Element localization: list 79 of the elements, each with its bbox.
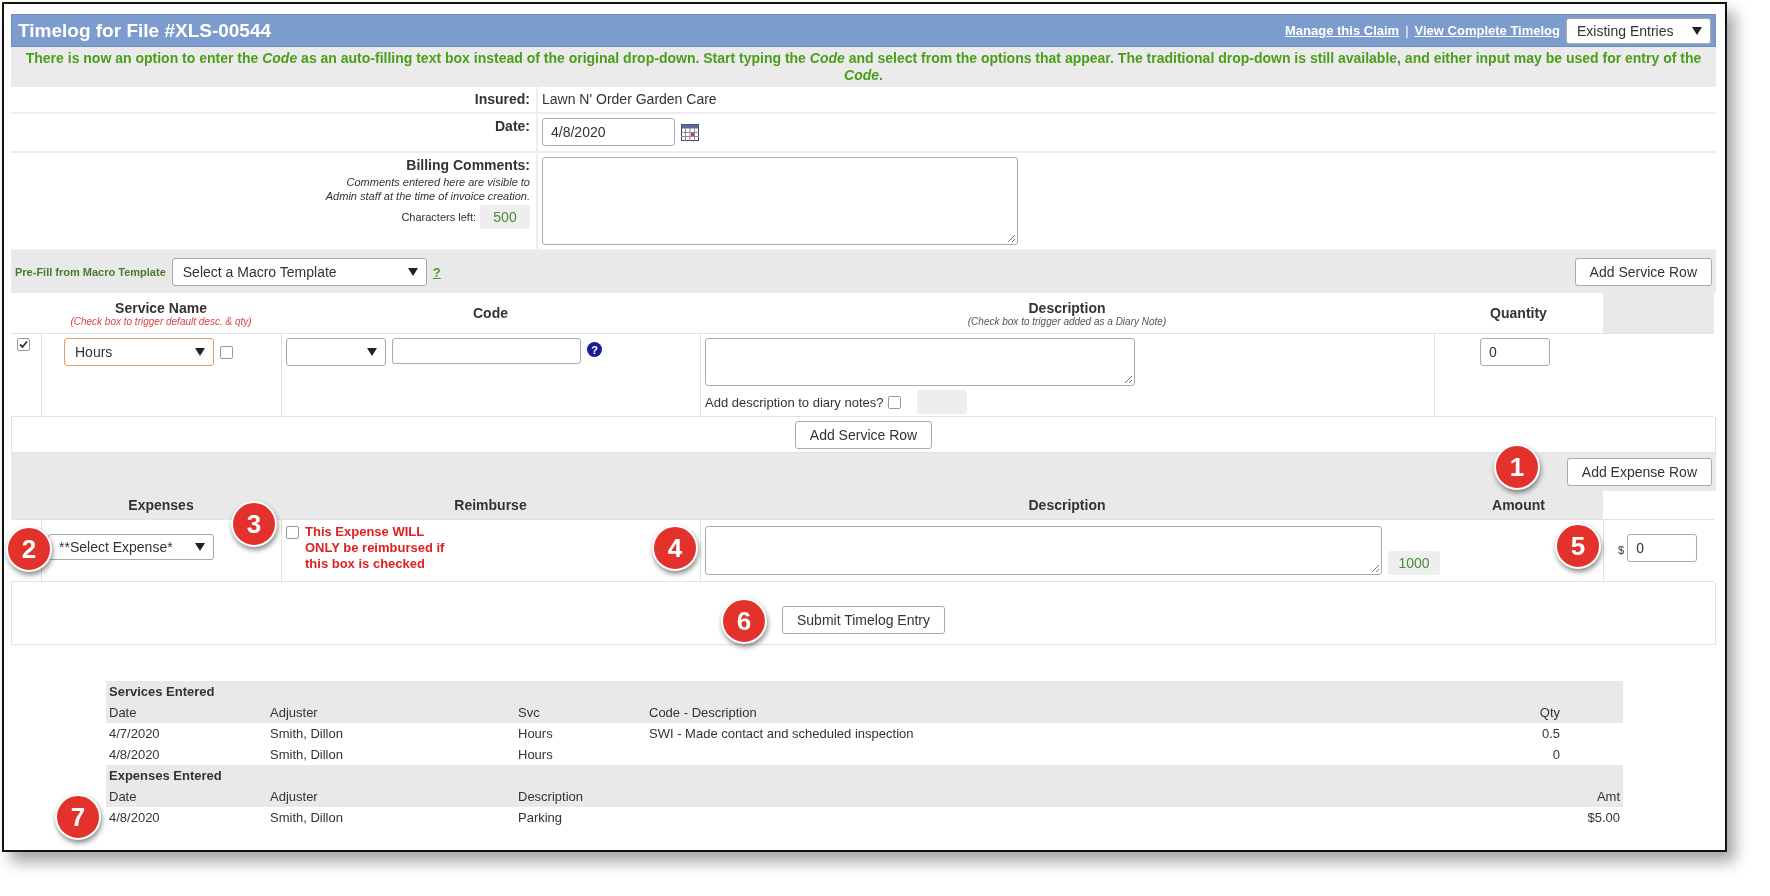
column-header: Reimburse [454, 497, 527, 513]
table-header: Svc [518, 705, 541, 720]
table-cell-text: 4/8/2020 [109, 810, 161, 825]
code-select[interactable] [286, 338, 386, 366]
table-header: Date [109, 705, 138, 720]
add-service-row-button[interactable]: Add Service Row [1574, 258, 1712, 286]
diary-notes-label: Add description to diary notes? [705, 394, 884, 410]
table-header: Date [109, 789, 138, 804]
table-cell-text: $5.00 [1586, 810, 1620, 825]
billing-hint: Comments entered here are visible to Admin staff at the time of invoice creation. [325, 175, 530, 203]
macro-label: Pre-Fill from Macro Template [15, 266, 166, 278]
currency-symbol: $ [1618, 544, 1625, 556]
section-title: Services Entered [109, 684, 216, 699]
table-header: Code - Description [649, 705, 758, 720]
table-header: Adjuster [270, 705, 319, 720]
date-label: Date: [495, 118, 530, 134]
table-cell-text: Parking [518, 810, 564, 825]
column-header: Description [1028, 497, 1106, 513]
insured-label: Insured: [474, 91, 530, 107]
column-header: Code [473, 305, 508, 321]
table-cell-text: 0 [1551, 747, 1560, 762]
expense-select[interactable]: **Select Expense* [48, 534, 214, 560]
table-header: Description [518, 789, 585, 804]
column-header: Quantity [1490, 305, 1547, 321]
calendar-icon[interactable] [681, 124, 699, 141]
table-cell-text: Hours [518, 747, 554, 762]
window-title: Timelog for File #XLS-00544 [18, 19, 273, 42]
table-cell-text: SWI - Made contact and scheduled inspection [649, 726, 915, 741]
macro-select[interactable]: Select a Macro Template [171, 258, 427, 286]
column-header: Description [1028, 299, 1106, 316]
caret-icon [367, 348, 377, 356]
table-header: Qty [1538, 705, 1560, 720]
help-icon[interactable]: ? [587, 342, 602, 357]
insured-value: Lawn N' Order Garden Care [542, 91, 717, 107]
table-cell-text: Smith, Dillon [270, 747, 344, 762]
caret-icon [407, 268, 418, 276]
add-service-row-button[interactable]: Add Service Row [794, 420, 933, 449]
amount-field[interactable]: 0 [1627, 534, 1698, 562]
table-cell-text: Smith, Dillon [270, 810, 344, 825]
billing-comments-label: Billing Comments: [406, 157, 530, 173]
characters-left-label: Characters left: [401, 211, 476, 223]
date-field[interactable]: 4/8/2020 [542, 118, 675, 146]
code-field[interactable] [392, 338, 581, 364]
table-header: Amt [1595, 789, 1620, 804]
table-cell-text: 0.5 [1540, 726, 1560, 741]
entries-select[interactable]: Existing Entries [1566, 17, 1711, 44]
quantity-field[interactable]: 0 [1480, 338, 1550, 366]
caret-icon [195, 348, 205, 356]
table-cell-text: Hours [518, 726, 554, 741]
table-cell-text: 4/7/2020 [109, 726, 161, 741]
table-cell-text: 4/8/2020 [109, 747, 161, 762]
column-hint: (Check box to trigger default desc. & qty) [70, 315, 252, 327]
column-header: Service Name [115, 299, 207, 316]
service-select[interactable]: Hours [64, 338, 214, 366]
expense-description-field[interactable] [705, 526, 1382, 575]
column-hint: (Check box to trigger added as a Diary Note) [967, 315, 1167, 327]
column-header: Expenses [128, 497, 194, 513]
table-cell-text: Smith, Dillon [270, 726, 344, 741]
add-expense-row-button[interactable]: Add Expense Row [1566, 458, 1712, 486]
resize-grip-icon[interactable] [1371, 564, 1379, 572]
link-separator: | [1405, 23, 1409, 38]
billing-comments-field[interactable] [542, 157, 1018, 245]
character-counter: 1000 [1388, 551, 1440, 575]
description-field[interactable] [705, 338, 1135, 386]
checkbox[interactable] [220, 346, 233, 359]
resize-grip-icon[interactable] [1124, 375, 1132, 383]
column-header: Amount [1492, 497, 1545, 513]
checkbox[interactable] [286, 526, 299, 539]
section-title: Expenses Entered [109, 768, 223, 783]
checkbox[interactable] [887, 395, 901, 409]
reimburse-note: This Expense WILL ONLY be reimbursed if this box is checked [305, 524, 446, 572]
caret-icon [195, 543, 205, 551]
checkbox[interactable] [17, 338, 30, 351]
submit-button[interactable]: Submit Timelog Entry [781, 606, 946, 634]
table-header: Adjuster [270, 789, 319, 804]
resize-grip-icon[interactable] [1007, 234, 1015, 242]
notice-text: There is now an option to enter the Code as an auto-filling text box instead of the original drop-down. Start typing the Code and select from the options that appear. The traditional drop-down is still available, and either input may be used for entry of the Code. [11, 47, 1716, 87]
caret-icon [1692, 26, 1702, 35]
characters-left-counter: 500 [480, 205, 530, 229]
